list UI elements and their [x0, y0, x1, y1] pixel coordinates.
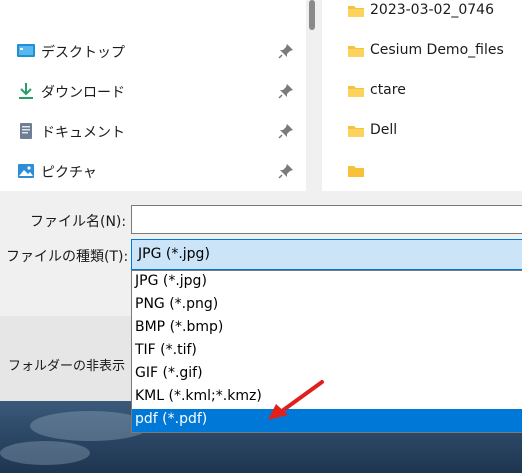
- hide-folders-button[interactable]: フォルダーの非表示: [8, 355, 125, 374]
- folder-icon: [348, 46, 364, 57]
- pin-icon[interactable]: [278, 163, 294, 179]
- quick-access-documents[interactable]: ドキュメント: [0, 111, 306, 151]
- folder-label: Cesium Demo_files: [370, 42, 504, 58]
- folder-item[interactable]: 2023-03-02_0746: [322, 0, 522, 32]
- document-icon: [20, 123, 32, 139]
- annotation-arrow-icon: [268, 380, 324, 420]
- folder-item[interactable]: Dell: [322, 112, 522, 152]
- pictures-icon: [18, 164, 34, 178]
- filename-label: ファイル名(N):: [30, 214, 127, 230]
- pin-icon[interactable]: [278, 123, 294, 139]
- filename-input[interactable]: [131, 205, 522, 234]
- cloud: [0, 441, 90, 465]
- filetype-select[interactable]: JPG (*.jpg): [131, 239, 522, 270]
- desktop-icon: [17, 44, 35, 57]
- filetype-option-label: KML (*.kml;*.kmz): [135, 388, 262, 404]
- folder-icon: [348, 6, 364, 17]
- folder-label: Dell: [370, 122, 398, 138]
- filetype-label: ファイルの種類(T):: [6, 249, 129, 265]
- filetype-selected-value: JPG (*.jpg): [138, 246, 210, 262]
- pin-icon[interactable]: [278, 83, 294, 99]
- filetype-option[interactable]: TIF (*.tif): [132, 340, 522, 363]
- quick-access-pictures[interactable]: ピクチャ: [0, 151, 306, 191]
- folder-item[interactable]: Cesium Demo_files: [322, 32, 522, 72]
- filetype-option[interactable]: BMP (*.bmp): [132, 317, 522, 340]
- quick-access-desktop-label: デスクトップ: [41, 45, 125, 61]
- quick-access-downloads[interactable]: ダウンロード: [0, 71, 306, 111]
- folder-icon: [348, 86, 364, 97]
- download-icon: [19, 83, 33, 99]
- quick-access-downloads-label: ダウンロード: [41, 85, 125, 101]
- navigation-scrollbar-thumb[interactable]: [309, 0, 315, 30]
- quick-access-pictures-label: ピクチャ: [41, 165, 97, 181]
- filetype-option-label: GIF (*.gif): [135, 365, 203, 381]
- filetype-option-label: TIF (*.tif): [135, 342, 197, 358]
- filetype-option-label: pdf (*.pdf): [135, 411, 208, 427]
- quick-access-desktop[interactable]: デスクトップ: [0, 31, 306, 71]
- quick-access-documents-label: ドキュメント: [41, 125, 125, 141]
- folder-label: 2023-03-02_0746: [370, 2, 494, 18]
- folder-icon: [348, 126, 364, 137]
- filetype-option-label: BMP (*.bmp): [135, 319, 224, 335]
- filetype-option-label: JPG (*.jpg): [135, 273, 207, 289]
- pin-icon[interactable]: [278, 43, 294, 59]
- filetype-option[interactable]: JPG (*.jpg): [132, 271, 522, 294]
- folder-label: ctare: [370, 82, 406, 98]
- folder-item[interactable]: ctare: [322, 72, 522, 112]
- folder-icon: [348, 166, 364, 177]
- filetype-option-label: PNG (*.png): [135, 296, 219, 312]
- filetype-option[interactable]: PNG (*.png): [132, 294, 522, 317]
